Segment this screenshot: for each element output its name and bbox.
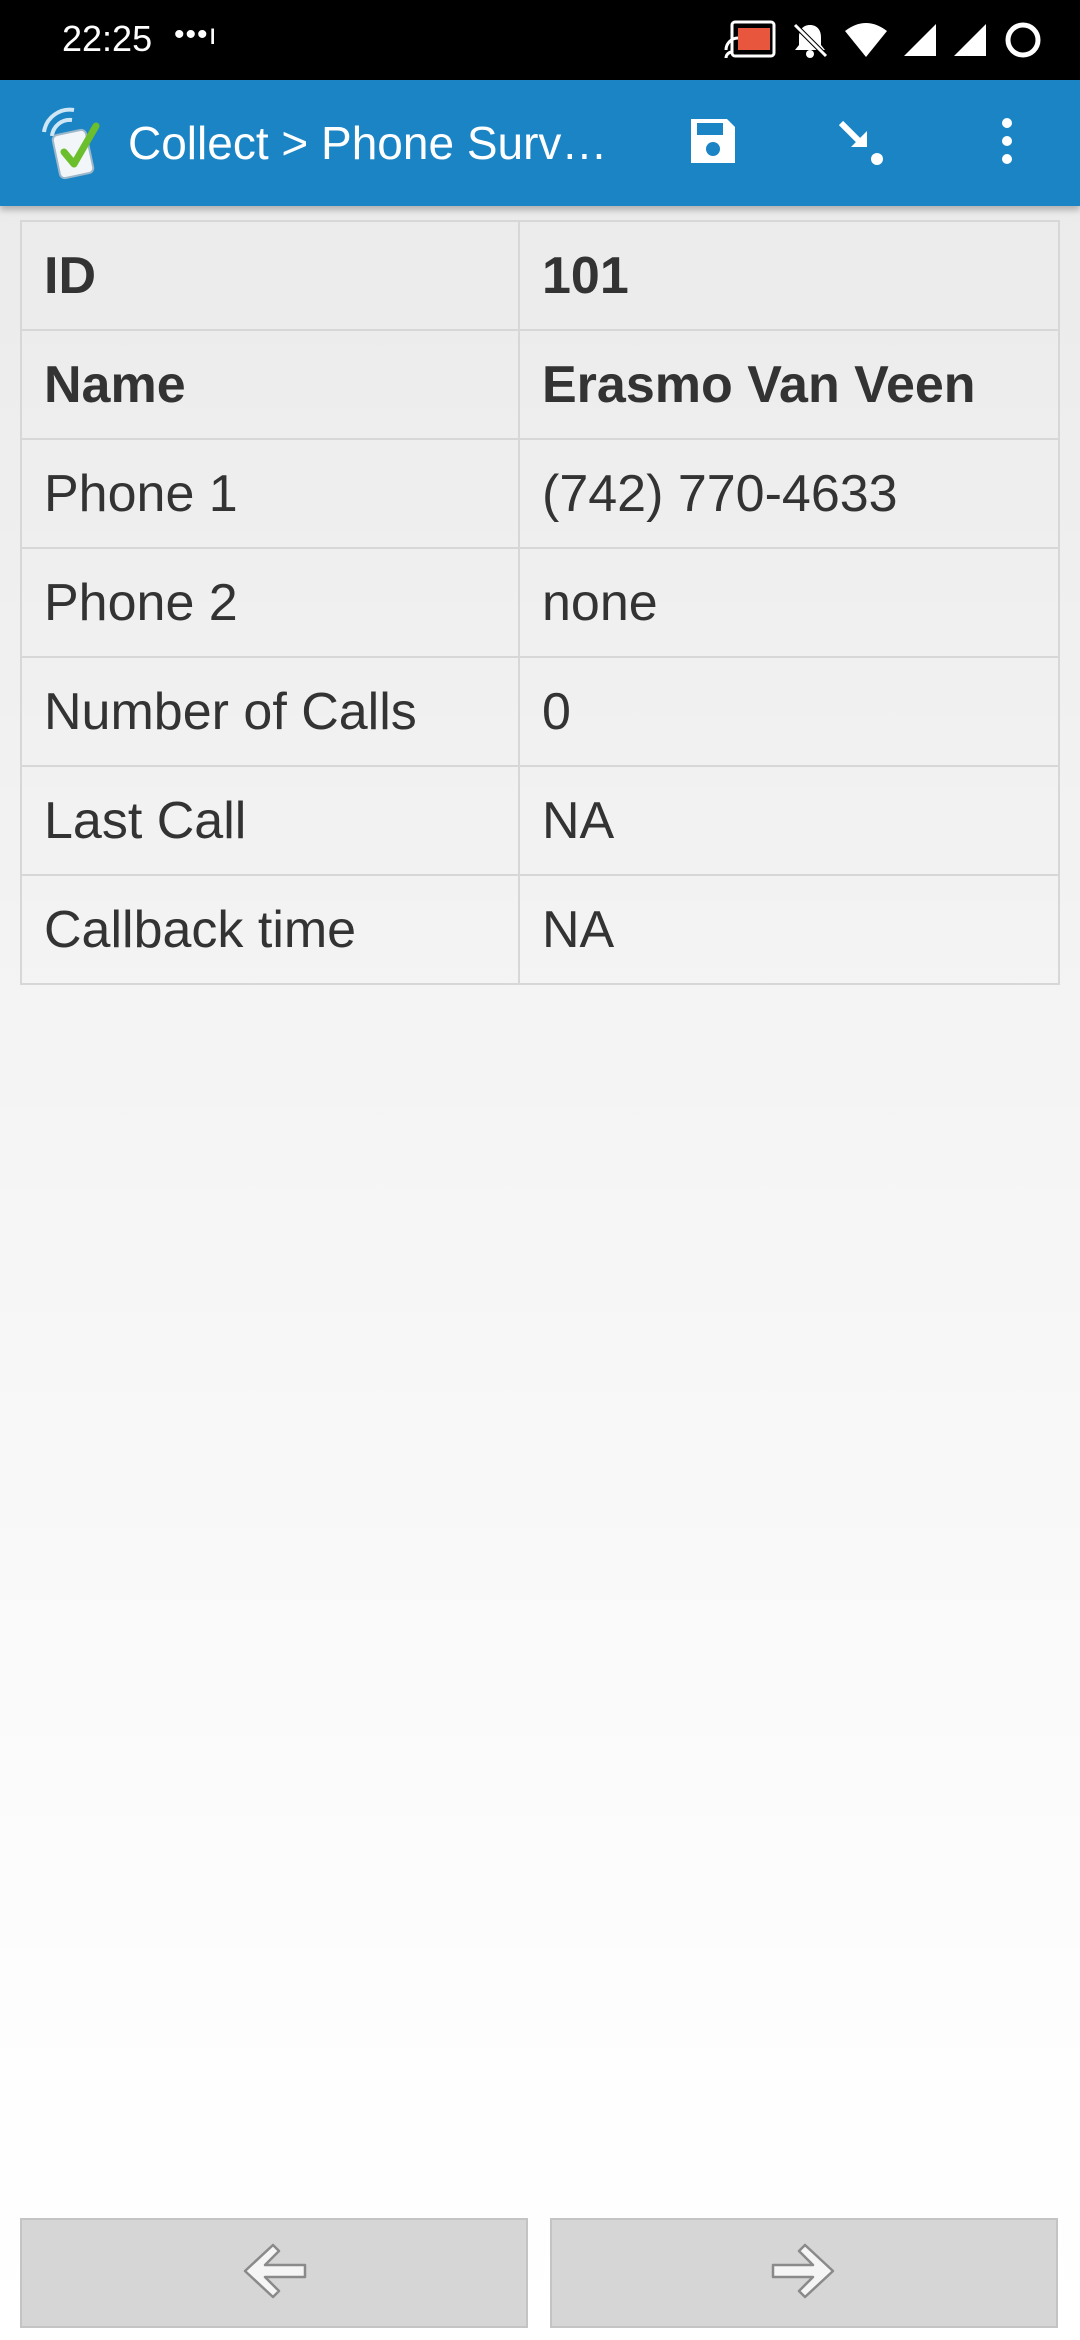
- arrow-right-icon: [769, 2241, 839, 2306]
- row-value: Erasmo Van Veen: [518, 329, 1060, 440]
- row-key: Phone 2: [20, 547, 520, 658]
- table-row: Callback time NA: [20, 874, 1060, 985]
- row-key: Phone 1: [20, 438, 520, 549]
- row-value: NA: [518, 874, 1060, 985]
- row-value: 0: [518, 656, 1060, 767]
- battery-ring-icon: [1002, 19, 1044, 61]
- row-value: (742) 770-4633: [518, 438, 1060, 549]
- table-row: Number of Calls 0: [20, 656, 1060, 767]
- row-key: Last Call: [20, 765, 520, 876]
- row-value: none: [518, 547, 1060, 658]
- overflow-menu-icon: [997, 115, 1017, 172]
- table-row: ID 101: [20, 220, 1060, 331]
- wifi-icon: [844, 21, 888, 59]
- bell-off-icon: [790, 20, 830, 60]
- status-icons: [724, 14, 1044, 66]
- row-key: Name: [20, 329, 520, 440]
- row-value: 101: [518, 220, 1060, 331]
- cell-signal-icon: [902, 22, 938, 58]
- table-row: Phone 2 none: [20, 547, 1060, 658]
- save-button[interactable]: [678, 108, 748, 178]
- app-bar: Collect > Phone Surve…: [0, 80, 1080, 206]
- next-button[interactable]: [550, 2218, 1058, 2328]
- overflow-menu-button[interactable]: [972, 108, 1042, 178]
- table-row: Phone 1 (742) 770-4633: [20, 438, 1060, 549]
- table-row: Name Erasmo Van Veen: [20, 329, 1060, 440]
- row-value: NA: [518, 765, 1060, 876]
- app-title: Collect > Phone Surve…: [128, 117, 618, 169]
- row-key: Number of Calls: [20, 656, 520, 767]
- status-bar: 22:25 •••ı: [0, 0, 1080, 80]
- save-icon: [687, 115, 739, 172]
- cast-icon: [724, 20, 776, 60]
- back-button[interactable]: [20, 2218, 528, 2328]
- notification-dots: •••ı: [174, 18, 218, 51]
- odk-collect-logo-icon: [34, 102, 114, 182]
- cell-signal-icon-2: [952, 22, 988, 58]
- row-key: Callback time: [20, 874, 520, 985]
- jump-to-icon: [833, 113, 889, 174]
- row-key: ID: [20, 220, 520, 331]
- jump-to-button[interactable]: [826, 108, 896, 178]
- status-time: 22:25: [62, 18, 153, 59]
- arrow-left-icon: [239, 2241, 309, 2306]
- info-table: ID 101 Name Erasmo Van Veen Phone 1 (742…: [20, 220, 1060, 985]
- table-row: Last Call NA: [20, 765, 1060, 876]
